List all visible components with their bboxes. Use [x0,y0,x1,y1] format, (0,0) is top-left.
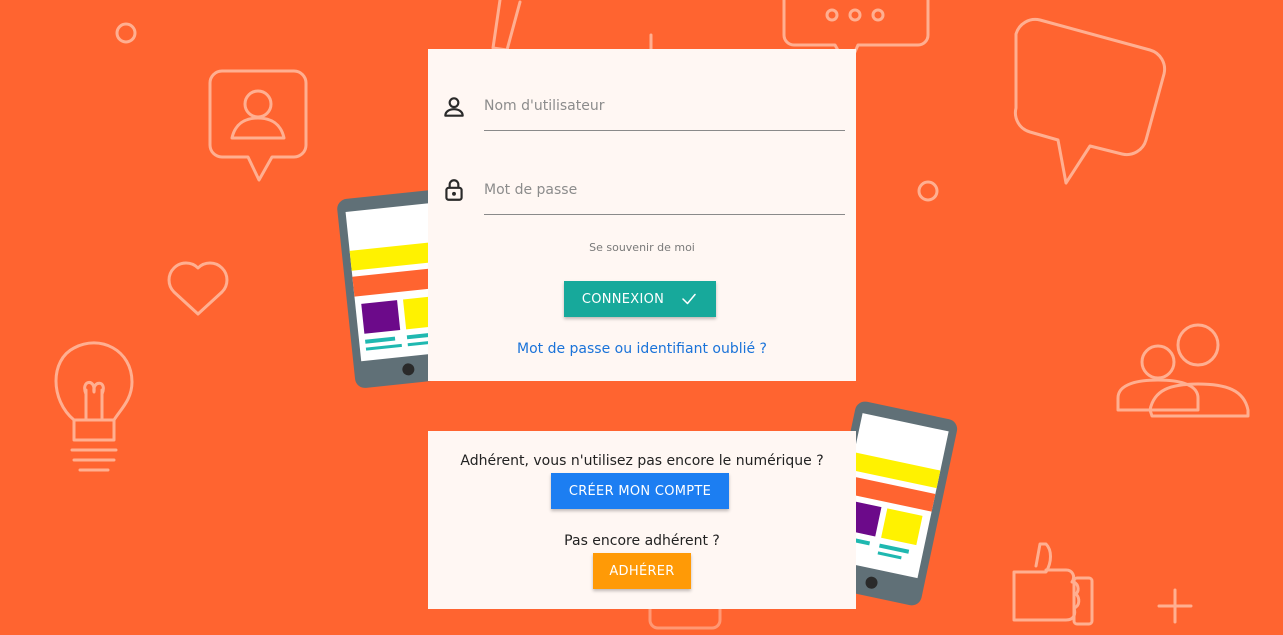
plus-icon [1157,588,1193,624]
decor-circle-icon [917,180,939,202]
member-prompt: Adhérent, vous n'utilisez pas encore le … [460,453,824,469]
join-button[interactable]: ADHÉRER [593,553,691,589]
speech-bubble-icon [1013,17,1167,185]
remember-me-toggle[interactable]: Se souvenir de moi [428,241,856,254]
users-icon [1116,323,1250,418]
thumbs-up-icon [1012,542,1094,626]
signup-card: Adhérent, vous n'utilisez pas encore le … [428,431,856,609]
lock-icon [445,179,463,201]
person-icon [444,97,464,117]
password-field[interactable] [484,174,845,215]
password-input[interactable] [484,174,845,206]
login-card: Se souvenir de moi CONNEXION Mot de pass… [428,49,856,381]
login-button-label: CONNEXION [581,291,665,307]
login-button[interactable]: CONNEXION [564,281,716,317]
username-input[interactable] [484,90,845,122]
check-icon [682,293,696,305]
lightbulb-icon [54,341,134,472]
heart-icon [167,261,229,316]
forgot-credentials-link[interactable]: Mot de passe ou identifiant oublié ? [428,341,856,357]
username-field[interactable] [484,90,845,131]
create-account-button[interactable]: CRÉER MON COMPTE [551,473,729,509]
profile-bubble-icon [208,69,308,182]
non-member-prompt: Pas encore adhérent ? [564,533,720,549]
exclamation-icon [491,0,522,52]
decor-circle-icon [115,22,137,44]
